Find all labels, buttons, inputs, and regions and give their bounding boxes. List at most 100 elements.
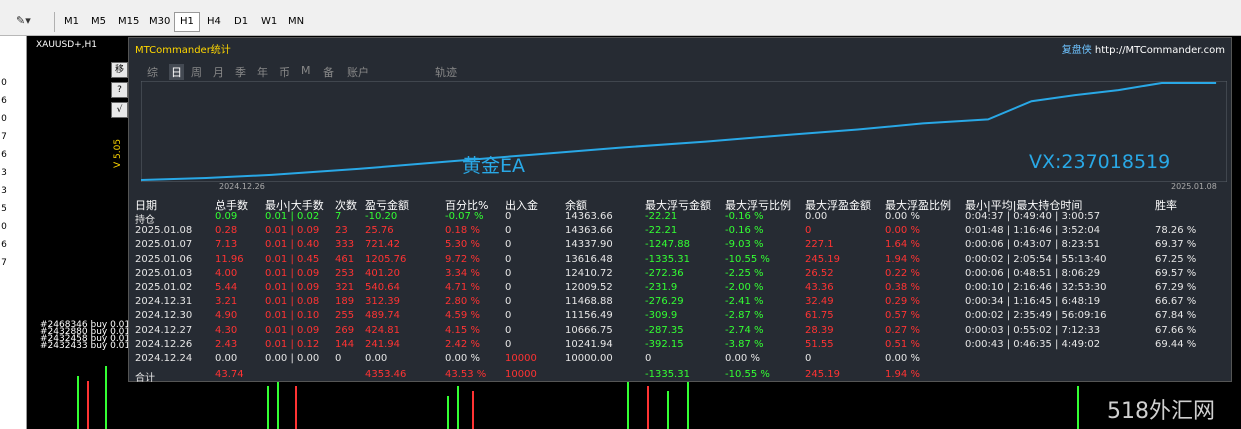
watermark: 518外汇网 <box>1107 399 1215 424</box>
table-cell-mfp: 43.36 <box>805 282 834 293</box>
table-cell-io: 10000 <box>505 353 537 364</box>
tab-1[interactable]: 日 <box>169 64 184 80</box>
table-cell-io: 0 <box>505 282 512 293</box>
tab-9[interactable]: 账户 <box>347 64 369 80</box>
x-end-label: 2025.01.08 <box>1171 182 1217 191</box>
table-cell-pct: 4.15 % <box>445 324 480 336</box>
total-cell-pnl: 4353.46 <box>365 369 407 381</box>
tab-6[interactable]: 币 <box>279 64 290 80</box>
table-cell-io: 0 <box>505 253 512 265</box>
table-cell-bal: 13616.48 <box>565 253 613 265</box>
table-cell-bal: 14363.66 <box>565 225 613 237</box>
table-cell-lots: 5.44 <box>215 282 238 293</box>
table-cell-pnl: -10.20 <box>365 211 398 222</box>
timeframe-h4[interactable]: H4 <box>201 12 227 32</box>
table-cell-mfp: 0 <box>805 225 812 237</box>
timeframe-toolbar: ✎▾ M1 M5 M15 M30 H1 H4 D1 W1 MN <box>0 8 1241 36</box>
timeframe-w1[interactable]: W1 <box>255 12 283 32</box>
table-cell-mfpp: 0.38 % <box>885 282 920 293</box>
table-cell-minmax: 0.01 | 0.09 <box>265 324 320 336</box>
table-cell-mfp: 26.52 <box>805 267 834 279</box>
move-button[interactable]: 移 <box>111 62 128 78</box>
table-cell-minmax: 0.01 | 0.08 <box>265 296 320 308</box>
panel-link[interactable]: 复盘侠 http://MTCommander.com <box>1062 41 1225 56</box>
table-cell-date: 2024.12.26 <box>135 338 193 350</box>
table-cell-mflp: -0.16 % <box>725 225 764 237</box>
table-cell-pnl: 241.94 <box>365 338 400 350</box>
table-cell-hold: 0:00:02 | 2:05:54 | 55:13:40 <box>965 253 1107 265</box>
table-cell-mfp: 0.00 <box>805 211 828 222</box>
table-cell-hold: 0:00:34 | 1:16:45 | 6:48:19 <box>965 296 1101 308</box>
table-cell-minmax: 0.01 | 0.09 <box>265 225 320 237</box>
tab-0[interactable]: 综 <box>147 64 158 80</box>
table-cell-mfpp: 0.27 % <box>885 324 920 336</box>
tab-7[interactable]: M <box>301 64 311 77</box>
table-cell-pnl: 312.39 <box>365 296 400 308</box>
table-cell-hold: 0:00:06 | 0:48:51 | 8:06:29 <box>965 267 1101 279</box>
tab-8[interactable]: 备 <box>323 64 334 80</box>
table-cell-io: 0 <box>505 225 512 237</box>
timeframe-h1[interactable]: H1 <box>174 12 200 32</box>
table-cell-mfl: -392.15 <box>645 338 684 350</box>
table-cell-hold: 0:01:48 | 1:16:46 | 3:52:04 <box>965 225 1101 237</box>
table-cell-pct: 3.34 % <box>445 267 480 279</box>
timeframe-m1[interactable]: M1 <box>58 12 85 32</box>
order-label: #2432433 buy 0.01 <box>40 341 131 351</box>
table-cell-bal: 10000.00 <box>565 353 613 364</box>
tab-4[interactable]: 季 <box>235 64 246 80</box>
market-row-cell: 0 <box>1 114 7 124</box>
timeframe-m5[interactable]: M5 <box>85 12 112 32</box>
table-cell-count: 0 <box>335 353 342 364</box>
x-start-label: 2024.12.26 <box>219 182 265 191</box>
table-cell-mfpp: 0.29 % <box>885 296 920 308</box>
timeframe-m30[interactable]: M30 <box>143 12 176 32</box>
timeframe-mn[interactable]: MN <box>282 12 310 32</box>
market-row-cell: 0 <box>1 78 7 88</box>
ea-label: 黄金EA <box>462 155 526 177</box>
table-cell-pct: 4.71 % <box>445 282 480 293</box>
order-labels: #2468346 buy 0.01 #2432880 buy 0.01 #24324… <box>40 321 131 351</box>
table-cell-minmax: 0.01 | 0.45 <box>265 253 320 265</box>
tab-3[interactable]: 月 <box>213 64 224 80</box>
tab-2[interactable]: 周 <box>191 64 202 80</box>
table-cell-io: 0 <box>505 324 512 336</box>
table-cell-mflp: -9.03 % <box>725 239 764 251</box>
table-cell-mfl: -22.21 <box>645 211 678 222</box>
total-cell-mflp: -10.55 % <box>725 369 770 381</box>
table-cell-pct: 9.72 % <box>445 253 480 265</box>
table-cell-pct: 4.59 % <box>445 310 480 322</box>
table-cell-hold: 0:00:06 | 0:43:07 | 8:23:51 <box>965 239 1101 251</box>
table-cell-bal: 10666.75 <box>565 324 613 336</box>
table-cell-bal: 11156.49 <box>565 310 613 322</box>
table-cell-mfp: 28.39 <box>805 324 834 336</box>
version-label: V 5.05 <box>113 138 123 168</box>
table-cell-hold: 0:00:02 | 2:35:49 | 56:09:16 <box>965 310 1107 322</box>
market-row-cell: 0 <box>1 222 7 232</box>
help-button[interactable]: ? <box>111 82 128 98</box>
table-cell-mfl: -1247.88 <box>645 239 690 251</box>
timeframe-d1[interactable]: D1 <box>228 12 254 32</box>
timeframe-m15[interactable]: M15 <box>112 12 145 32</box>
table-cell-win: 67.66 % <box>1155 324 1197 336</box>
table-cell-hold: 0:00:10 | 2:16:46 | 32:53:30 <box>965 282 1107 293</box>
table-cell-mfp: 245.19 <box>805 253 840 265</box>
tab-5[interactable]: 年 <box>257 64 268 80</box>
drawing-tools-icon[interactable]: ✎▾ <box>16 14 31 27</box>
table-cell-pct: 0.00 % <box>445 353 480 364</box>
table-cell-pnl: 721.42 <box>365 239 400 251</box>
table-cell-win: 66.67 % <box>1155 296 1197 308</box>
market-watch-panel: 0 6 0 7 6 3 3 5 0 6 7 <box>0 36 27 429</box>
table-cell-minmax: 0.01 | 0.02 <box>265 211 320 222</box>
table-cell-mfl: -231.9 <box>645 282 678 293</box>
table-cell-mflp: -0.16 % <box>725 211 764 222</box>
link-label: 复盘侠 <box>1061 45 1092 56</box>
tab-10[interactable]: 轨迹 <box>435 64 457 80</box>
table-cell-mflp: 0.00 % <box>725 353 760 364</box>
table-cell-mflp: -2.87 % <box>725 310 764 322</box>
confirm-button[interactable]: √ <box>111 102 128 118</box>
table-cell-count: 189 <box>335 296 355 308</box>
table-cell-mfl: -272.36 <box>645 267 684 279</box>
table-cell-lots: 4.30 <box>215 324 238 336</box>
table-cell-date: 2024.12.30 <box>135 310 193 322</box>
table-cell-win: 69.37 % <box>1155 239 1197 251</box>
